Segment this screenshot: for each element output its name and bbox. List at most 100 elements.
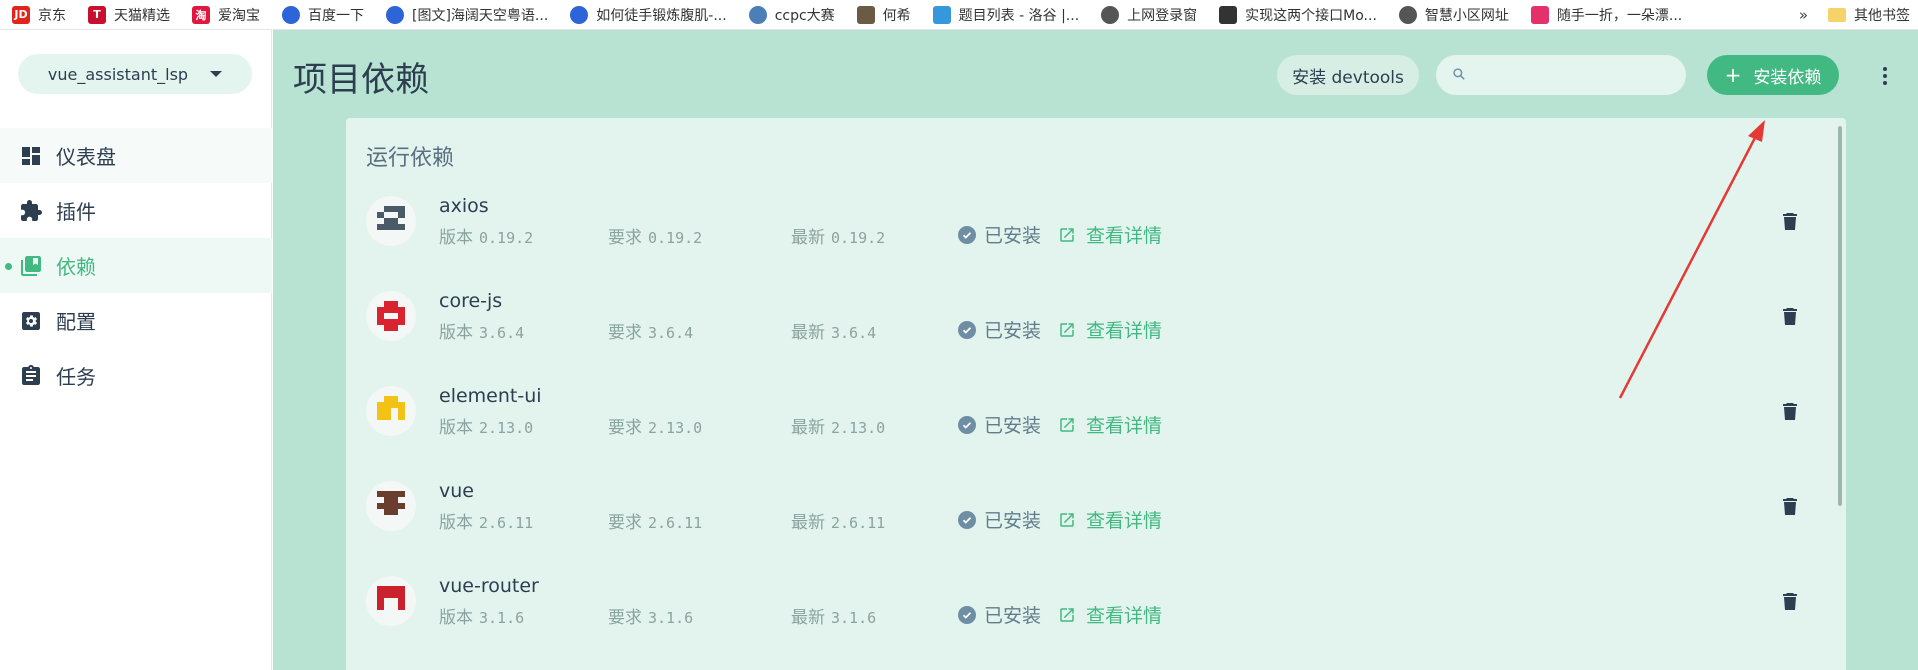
clipboard-icon — [18, 363, 44, 389]
bookmark-item[interactable]: [图文]海阔天空粤语... — [386, 5, 548, 25]
install-devtools-button[interactable]: 安装 devtools — [1277, 55, 1419, 95]
main-content: 项目依赖 安装 devtools + 安装依赖 运行依赖 axios 版本 0.1… — [273, 30, 1918, 670]
sidebar-item-plugins[interactable]: 插件 — [0, 183, 272, 238]
scrollbar[interactable] — [1838, 126, 1842, 506]
package-latest: 最新 3.1.6 — [791, 608, 877, 628]
globe-icon — [1398, 5, 1417, 24]
installed-label: 已安装 — [984, 605, 1042, 627]
package-latest: 最新 3.6.4 — [791, 323, 877, 343]
package-icon — [366, 386, 416, 436]
package-latest: 最新 0.19.2 — [791, 228, 886, 248]
sidebar-item-dashboard[interactable]: 仪表盘 — [0, 128, 272, 183]
dependency-row[interactable]: axios 版本 0.19.2 要求 0.19.2 最新 0.19.2 已安装 查看详… — [346, 180, 1826, 258]
installed-label: 已安装 — [984, 415, 1042, 437]
bookmark-label: 如何徒手锻炼腹肌-... — [596, 7, 727, 24]
project-name: vue_assistant_lsp — [47, 64, 189, 84]
active-indicator — [5, 263, 12, 270]
bookmark-item[interactable]: T 天猫精选 — [88, 5, 170, 25]
open-in-new-icon — [1058, 511, 1076, 529]
delete-icon[interactable] — [1782, 212, 1798, 230]
jd-icon: JD — [12, 5, 30, 24]
bookmarks-overflow-button[interactable]: » — [1799, 6, 1808, 24]
more-vertical-icon[interactable] — [1873, 64, 1897, 88]
package-icon — [366, 291, 416, 341]
bookmark-item[interactable]: 题目列表 - 洛谷 |... — [932, 5, 1080, 25]
delete-icon[interactable] — [1782, 497, 1798, 515]
dependency-row[interactable]: element-ui 版本 2.13.0 要求 2.13.0 最新 2.13.0 已安… — [346, 370, 1826, 448]
bookmark-label: [图文]海阔天空粤语... — [412, 7, 549, 24]
view-details-link[interactable]: 查看详情 — [1058, 221, 1162, 248]
bookmark-item[interactable]: 何希 — [856, 5, 911, 25]
check-circle-icon — [958, 605, 976, 624]
check-circle-icon — [958, 415, 976, 434]
dependency-row[interactable]: core-js 版本 3.6.4 要求 3.6.4 最新 3.6.4 已安装 查看详情 — [346, 275, 1826, 353]
delete-icon[interactable] — [1782, 307, 1798, 325]
bookmark-item[interactable]: ccpc大赛 — [748, 5, 835, 25]
install-dependency-label: 安装依赖 — [1753, 67, 1822, 88]
view-details-link[interactable]: 查看详情 — [1058, 601, 1162, 628]
installed-status: 已安装 — [958, 221, 1041, 248]
sidebar-item-label: 插件 — [56, 200, 96, 224]
view-details-link[interactable]: 查看详情 — [1058, 411, 1162, 438]
search-input[interactable] — [1474, 66, 1674, 84]
package-required: 要求 3.6.4 — [608, 323, 694, 343]
package-required: 要求 3.1.6 — [608, 608, 694, 628]
dependency-row[interactable]: vue-router 版本 3.1.6 要求 3.1.6 最新 3.1.6 已安装 查… — [346, 560, 1826, 638]
view-details-link[interactable]: 查看详情 — [1058, 316, 1162, 343]
search-box[interactable] — [1436, 55, 1686, 95]
bookmark-label: 上网登录窗 — [1127, 7, 1198, 24]
package-name: core-js — [439, 290, 503, 312]
luogu-icon — [932, 5, 951, 24]
project-selector[interactable]: vue_assistant_lsp — [18, 54, 252, 94]
view-details-link[interactable]: 查看详情 — [1058, 506, 1162, 533]
settings-icon — [18, 308, 44, 334]
other-bookmarks-folder[interactable]: 其他书签 — [1828, 5, 1910, 25]
bookmark-label: 题目列表 - 洛谷 |... — [958, 7, 1080, 24]
baidu-paw-icon — [386, 5, 404, 24]
bookmark-label: ccpc大赛 — [774, 7, 835, 24]
puzzle-icon — [18, 198, 44, 224]
package-version: 版本 0.19.2 — [439, 228, 534, 248]
other-bookmarks-label: 其他书签 — [1854, 7, 1910, 24]
sidebar-item-configuration[interactable]: 配置 — [0, 293, 272, 348]
package-icon — [366, 576, 416, 626]
installed-label: 已安装 — [984, 320, 1042, 342]
installed-status: 已安装 — [958, 316, 1041, 343]
details-label: 查看详情 — [1086, 605, 1163, 627]
bookmark-item[interactable]: 实现这两个接口Mo... — [1219, 5, 1377, 25]
check-circle-icon — [958, 225, 976, 244]
installed-status: 已安装 — [958, 506, 1041, 533]
page-title: 项目依赖 — [293, 60, 429, 100]
bookmark-item[interactable]: 上网登录窗 — [1101, 5, 1197, 25]
delete-icon[interactable] — [1782, 592, 1798, 610]
details-label: 查看详情 — [1086, 320, 1163, 342]
details-label: 查看详情 — [1086, 225, 1163, 247]
package-name: element-ui — [439, 385, 542, 407]
bookmark-label: 实现这两个接口Mo... — [1245, 7, 1377, 24]
zhihu-icon — [1219, 5, 1238, 24]
bookmark-item[interactable]: 智慧小区网址 — [1398, 5, 1509, 25]
sidebar-item-tasks[interactable]: 任务 — [0, 348, 272, 403]
dependency-row[interactable]: vue 版本 2.6.11 要求 2.6.11 最新 2.6.11 已安装 查看详情 — [346, 465, 1826, 543]
bookmark-item[interactable]: 如何徒手锻炼腹肌-... — [570, 5, 727, 25]
sidebar-item-dependencies[interactable]: 依赖 — [0, 238, 272, 293]
bookmark-item[interactable]: 随手一折，一朵漂... — [1530, 5, 1683, 25]
sidebar-item-label: 依赖 — [56, 255, 96, 279]
details-label: 查看详情 — [1086, 415, 1163, 437]
check-circle-icon — [958, 510, 976, 529]
open-in-new-icon — [1058, 606, 1076, 624]
installed-label: 已安装 — [984, 510, 1042, 532]
package-required: 要求 0.19.2 — [608, 228, 703, 248]
bookmark-item[interactable]: 淘爱淘宝 — [192, 5, 260, 25]
sidebar-item-label: 配置 — [56, 310, 96, 334]
package-name: vue-router — [439, 575, 539, 597]
installed-status: 已安装 — [958, 601, 1041, 628]
bookmark-item[interactable]: JD 京东 — [12, 5, 66, 25]
package-version: 版本 3.1.6 — [439, 608, 525, 628]
bookmark-item[interactable]: 百度一下 — [282, 5, 364, 25]
install-dependency-button[interactable]: + 安装依赖 — [1707, 55, 1839, 95]
bookmark-label: 随手一折，一朵漂... — [1556, 7, 1683, 24]
dashboard-icon — [18, 143, 44, 169]
bookmark-label: 何希 — [882, 7, 911, 24]
delete-icon[interactable] — [1782, 402, 1798, 420]
